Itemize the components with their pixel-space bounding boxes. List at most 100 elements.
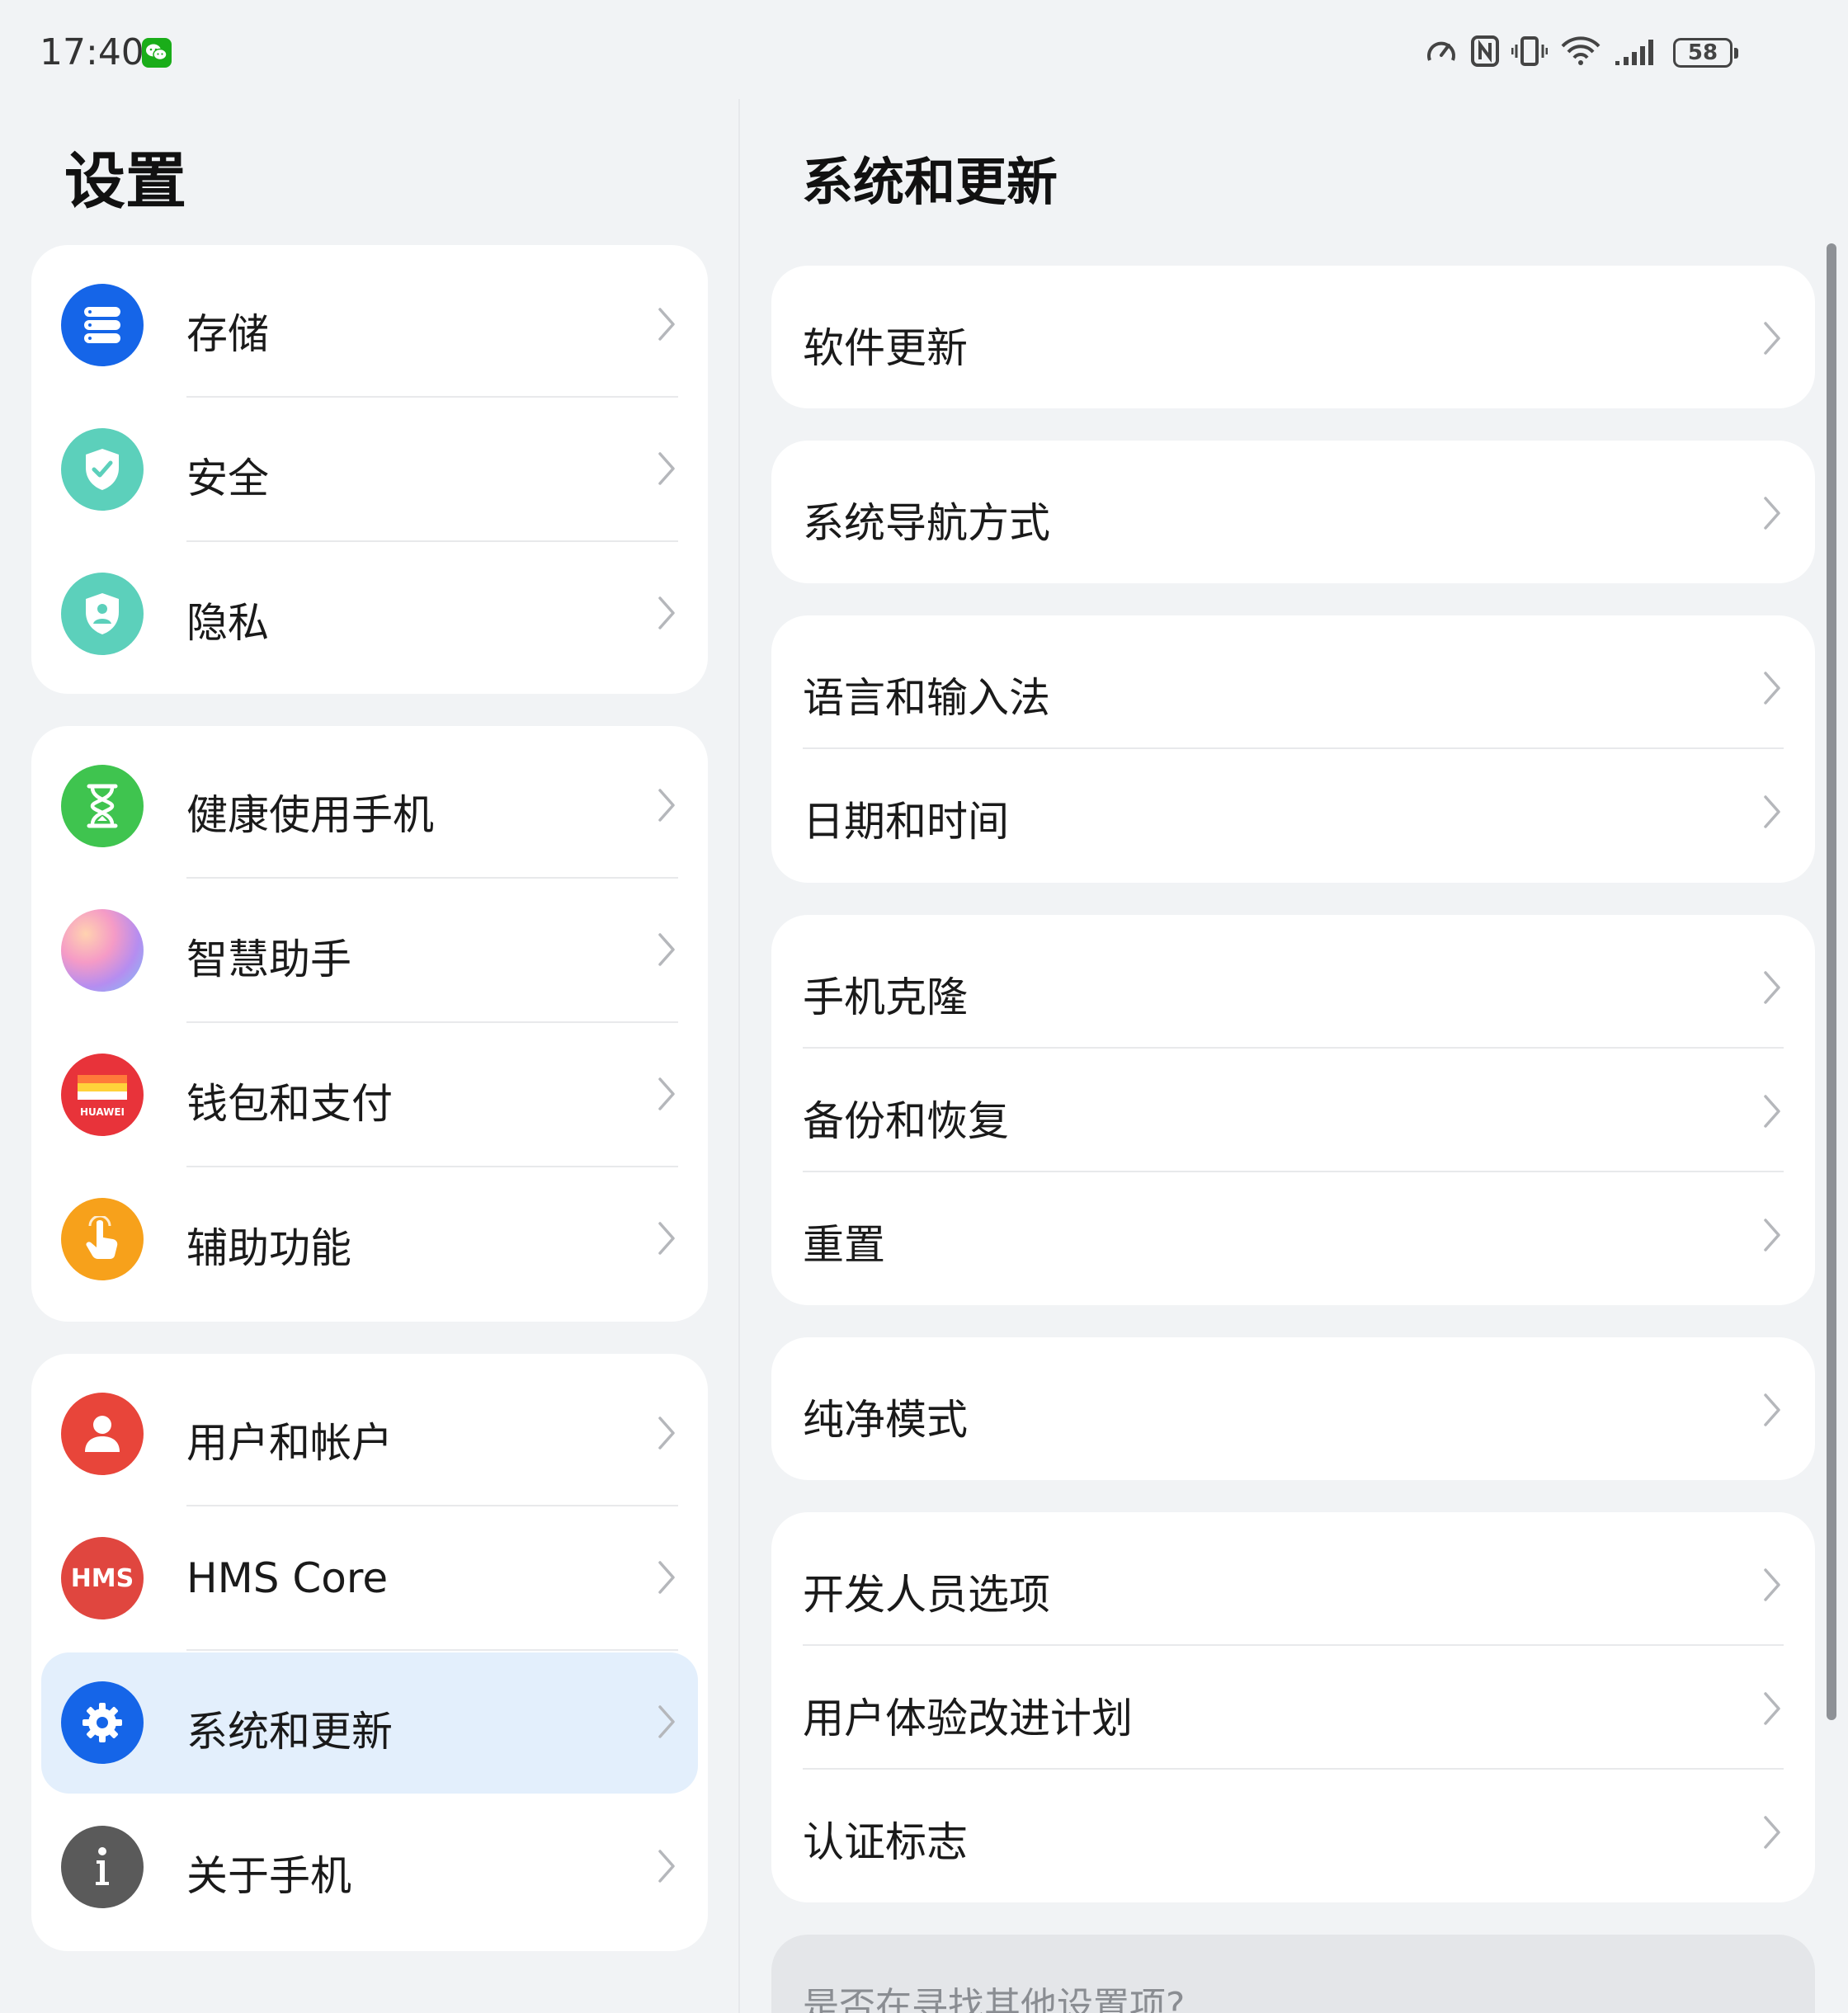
- settings-item-wallet[interactable]: HUAWEI 钱包和支付: [31, 1023, 708, 1167]
- settings-item-label: HMS Core: [186, 1554, 389, 1602]
- system-item-label: 备份和恢复: [803, 1097, 1009, 1145]
- system-group-2: 系统导航方式: [771, 441, 1815, 583]
- scrollbar[interactable]: [1827, 243, 1836, 1720]
- user-icon: [61, 1393, 144, 1475]
- settings-item-accessibility[interactable]: 辅助功能: [31, 1167, 708, 1312]
- chevron-right-icon: [657, 1702, 676, 1745]
- system-group-6: 开发人员选项 用户体验改进计划 认证标志: [771, 1512, 1815, 1902]
- chevron-right-icon: [657, 1846, 676, 1889]
- system-item-label: 系统导航方式: [803, 499, 1050, 547]
- settings-item-label: 存储: [186, 310, 269, 358]
- system-group-4: 手机克隆 备份和恢复 重置: [771, 915, 1815, 1305]
- hourglass-icon: [61, 765, 144, 847]
- settings-group-1: 存储 安全 隐私: [31, 245, 708, 694]
- vibrate-icon: [1511, 35, 1549, 71]
- system-item-user-experience[interactable]: 用户体验改进计划: [771, 1646, 1815, 1770]
- gear-icon: [61, 1681, 144, 1764]
- wifi-icon: [1559, 35, 1602, 71]
- system-item-reset[interactable]: 重置: [771, 1172, 1815, 1296]
- system-item-label: 纯净模式: [803, 1396, 968, 1444]
- settings-item-security[interactable]: 安全: [31, 398, 708, 542]
- chevron-right-icon: [657, 1413, 676, 1456]
- chevron-right-icon: [1762, 968, 1782, 1011]
- speedometer-icon: [1424, 34, 1459, 72]
- chevron-right-icon: [1762, 493, 1782, 536]
- settings-item-privacy[interactable]: 隐私: [31, 542, 708, 686]
- settings-item-digital-balance[interactable]: 健康使用手机: [31, 734, 708, 879]
- chevron-right-icon: [1762, 668, 1782, 711]
- chevron-right-icon: [1762, 1689, 1782, 1732]
- chevron-right-icon: [657, 593, 676, 636]
- wallet-icon: HUAWEI: [61, 1054, 144, 1136]
- system-item-date-time[interactable]: 日期和时间: [771, 749, 1815, 873]
- chevron-right-icon: [1762, 1813, 1782, 1855]
- hand-pointer-icon: [61, 1198, 144, 1280]
- settings-item-label: 用户和帐户: [186, 1419, 393, 1467]
- shield-check-icon: [61, 428, 144, 511]
- system-item-label: 语言和输入法: [803, 674, 1050, 722]
- status-bar: 17:40 58: [0, 0, 1848, 99]
- settings-item-about-phone[interactable]: 关于手机: [31, 1795, 708, 1940]
- settings-group-2: 健康使用手机 智慧助手 HUAWEI 钱包和支付 辅助功能: [31, 726, 708, 1322]
- system-item-software-update[interactable]: 软件更新: [771, 276, 1815, 399]
- info-icon: [61, 1826, 144, 1908]
- chevron-right-icon: [1762, 1565, 1782, 1608]
- system-item-developer-options[interactable]: 开发人员选项: [771, 1522, 1815, 1646]
- system-item-label: 重置: [803, 1221, 885, 1269]
- hms-icon: HMS: [61, 1537, 144, 1619]
- system-item-backup-restore[interactable]: 备份和恢复: [771, 1049, 1815, 1172]
- system-item-label: 软件更新: [803, 324, 968, 372]
- chevron-right-icon: [1762, 1215, 1782, 1258]
- settings-item-label: 智慧助手: [186, 936, 351, 983]
- wallet-brand-text: HUAWEI: [79, 1106, 125, 1118]
- system-item-label: 认证标志: [803, 1818, 968, 1866]
- settings-item-label: 隐私: [186, 599, 269, 647]
- system-group-5: 纯净模式: [771, 1337, 1815, 1480]
- detail-title: 系统和更新: [802, 152, 1058, 212]
- chevron-right-icon: [657, 304, 676, 347]
- system-group-3: 语言和输入法 日期和时间: [771, 615, 1815, 883]
- settings-item-label: 关于手机: [186, 1852, 351, 1900]
- nfc-icon: [1470, 35, 1500, 71]
- system-item-label: 日期和时间: [803, 798, 1009, 846]
- wechat-notification-icon: [142, 38, 172, 68]
- hms-logo-text: HMS: [70, 1563, 134, 1593]
- signal-icon: [1614, 35, 1662, 71]
- chevron-right-icon: [1762, 1390, 1782, 1433]
- privacy-shield-icon: [61, 573, 144, 655]
- system-group-1: 软件更新: [771, 266, 1815, 408]
- settings-item-storage[interactable]: 存储: [31, 253, 708, 398]
- system-item-label: 手机克隆: [803, 974, 968, 1021]
- battery-indicator: 58: [1673, 38, 1738, 68]
- pane-divider: [738, 99, 740, 2013]
- settings-item-label: 系统和更新: [186, 1708, 393, 1756]
- settings-item-assistant[interactable]: 智慧助手: [31, 879, 708, 1023]
- status-time: 17:40: [40, 31, 144, 73]
- settings-item-label: 安全: [186, 455, 269, 502]
- settings-item-label: 健康使用手机: [186, 791, 434, 839]
- settings-item-label: 辅助功能: [186, 1224, 351, 1272]
- chevron-right-icon: [657, 1558, 676, 1600]
- chevron-right-icon: [1762, 792, 1782, 835]
- settings-item-system-update[interactable]: 系统和更新: [31, 1651, 708, 1795]
- chevron-right-icon: [1762, 318, 1782, 361]
- assistant-orb-icon: [61, 909, 144, 992]
- settings-item-label: 钱包和支付: [186, 1080, 393, 1128]
- status-icons: 58: [1424, 33, 1738, 73]
- storage-icon: [61, 284, 144, 366]
- system-item-phone-clone[interactable]: 手机克隆: [771, 925, 1815, 1049]
- settings-item-hms-core[interactable]: HMS HMS Core: [31, 1506, 708, 1651]
- system-item-pure-mode[interactable]: 纯净模式: [771, 1347, 1815, 1471]
- chevron-right-icon: [657, 930, 676, 973]
- settings-screen: 17:40 58 设置 存储 安全 隐私 健康使用手机 智慧助手 HUAWEI …: [0, 0, 1848, 2013]
- settings-item-users[interactable]: 用户和帐户: [31, 1362, 708, 1506]
- chevron-right-icon: [1762, 1091, 1782, 1134]
- system-item-navigation[interactable]: 系统导航方式: [771, 450, 1815, 574]
- chevron-right-icon: [657, 785, 676, 828]
- system-item-language-input[interactable]: 语言和输入法: [771, 625, 1815, 749]
- chevron-right-icon: [657, 1074, 676, 1117]
- system-item-label: 用户体验改进计划: [803, 1695, 1133, 1742]
- hint-text: 是否在寻找其他设置项?: [803, 1985, 1186, 2013]
- other-settings-hint[interactable]: 是否在寻找其他设置项?: [771, 1935, 1815, 2013]
- system-item-certification[interactable]: 认证标志: [771, 1770, 1815, 1893]
